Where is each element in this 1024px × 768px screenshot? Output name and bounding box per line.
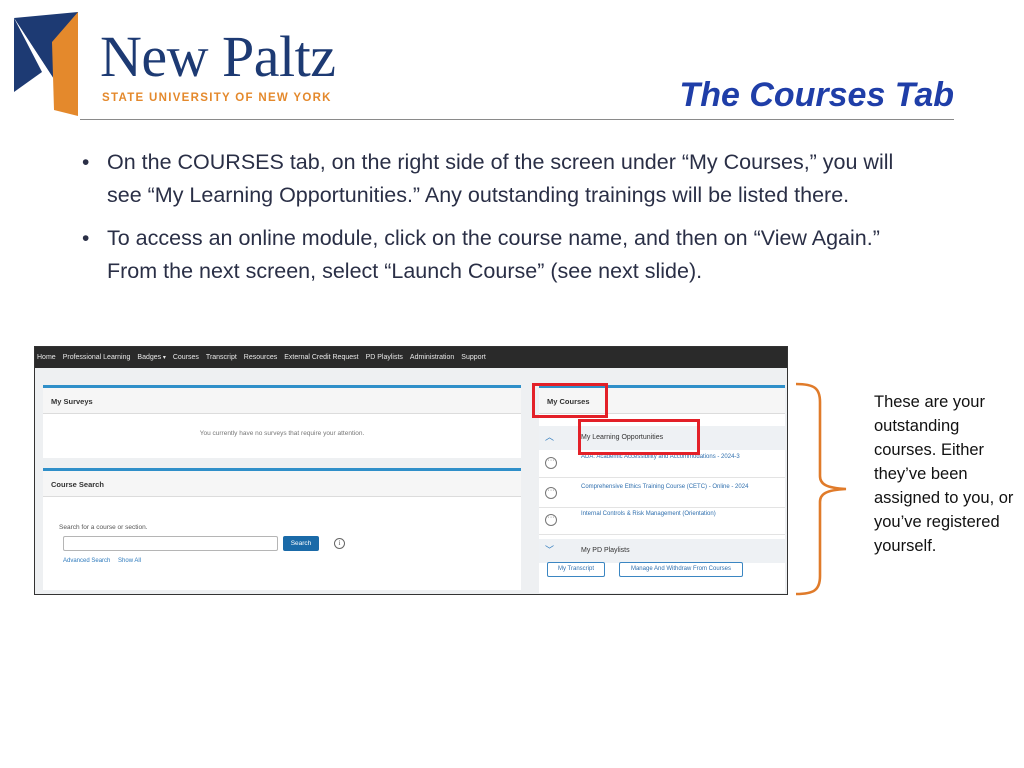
- bullet-item: To access an online module, click on the…: [82, 222, 932, 288]
- course-search-label: Search for a course or section.: [59, 524, 148, 531]
- course-search-panel: Course Search Search for a course or sec…: [43, 468, 521, 590]
- show-all-link[interactable]: Show All: [118, 558, 141, 564]
- nav-badges[interactable]: Badges: [137, 354, 165, 361]
- pd-playlists-header[interactable]: ﹀ My PD Playlists: [539, 539, 785, 563]
- my-courses-highlight: [532, 383, 608, 418]
- search-links: Advanced Search Show All: [63, 558, 147, 564]
- ellipsis-circle-icon[interactable]: ···: [545, 487, 557, 499]
- outstanding-courses-note: These are your outstanding courses. Eith…: [874, 393, 1014, 555]
- my-surveys-title: My Surveys: [43, 388, 521, 414]
- course-search-input[interactable]: [63, 536, 278, 551]
- course-search-title: Course Search: [43, 471, 521, 497]
- chevron-up-icon[interactable]: ︿: [545, 433, 554, 442]
- nav-transcript[interactable]: Transcript: [206, 354, 237, 361]
- nav-professional-learning[interactable]: Professional Learning: [63, 354, 131, 361]
- course-link[interactable]: Internal Controls & Risk Management (Ori…: [581, 511, 716, 517]
- manage-withdraw-button[interactable]: Manage And Withdraw From Courses: [619, 562, 743, 577]
- slide-title: The Courses Tab: [679, 76, 954, 114]
- search-button[interactable]: Search: [283, 536, 319, 551]
- ellipsis-circle-icon[interactable]: ···: [545, 457, 557, 469]
- top-nav-bar: Home Professional Learning Badges Course…: [35, 347, 787, 368]
- chevron-down-icon[interactable]: ﹀: [545, 546, 554, 555]
- bullet-list: On the COURSES tab, on the right side of…: [82, 146, 932, 288]
- logo-name: New Paltz: [100, 24, 336, 89]
- nav-courses[interactable]: Courses: [173, 354, 199, 361]
- logo-subtitle: STATE UNIVERSITY OF NEW YORK: [102, 92, 332, 104]
- new-paltz-logo: New Paltz STATE UNIVERSITY OF NEW YORK: [14, 12, 374, 116]
- advanced-search-link[interactable]: Advanced Search: [63, 558, 110, 564]
- surveys-empty-message: You currently have no surveys that requi…: [199, 430, 365, 437]
- info-icon[interactable]: i: [334, 538, 345, 549]
- logo-mark-icon: [14, 12, 78, 116]
- bullet-item: On the COURSES tab, on the right side of…: [82, 146, 932, 212]
- learning-opportunities-highlight: [578, 419, 700, 455]
- course-item[interactable]: ··· Internal Controls & Risk Management …: [539, 507, 785, 535]
- nav-external-credit-request[interactable]: External Credit Request: [284, 354, 358, 361]
- nav-home[interactable]: Home: [37, 354, 56, 361]
- nav-pd-playlists[interactable]: PD Playlists: [366, 354, 403, 361]
- course-link[interactable]: Comprehensive Ethics Training Course (CE…: [581, 484, 748, 490]
- my-surveys-panel: My Surveys You currently have no surveys…: [43, 385, 521, 458]
- nav-administration[interactable]: Administration: [410, 354, 454, 361]
- course-item[interactable]: ··· Comprehensive Ethics Training Course…: [539, 480, 785, 508]
- courses-tab-screenshot: Home Professional Learning Badges Course…: [34, 346, 788, 595]
- nav-support[interactable]: Support: [461, 354, 486, 361]
- curly-brace-icon: [795, 382, 847, 596]
- pd-playlists-label: My PD Playlists: [581, 547, 630, 554]
- title-divider: [80, 119, 954, 120]
- ellipsis-circle-icon[interactable]: ···: [545, 514, 557, 526]
- my-transcript-button[interactable]: My Transcript: [547, 562, 605, 577]
- nav-resources[interactable]: Resources: [244, 354, 277, 361]
